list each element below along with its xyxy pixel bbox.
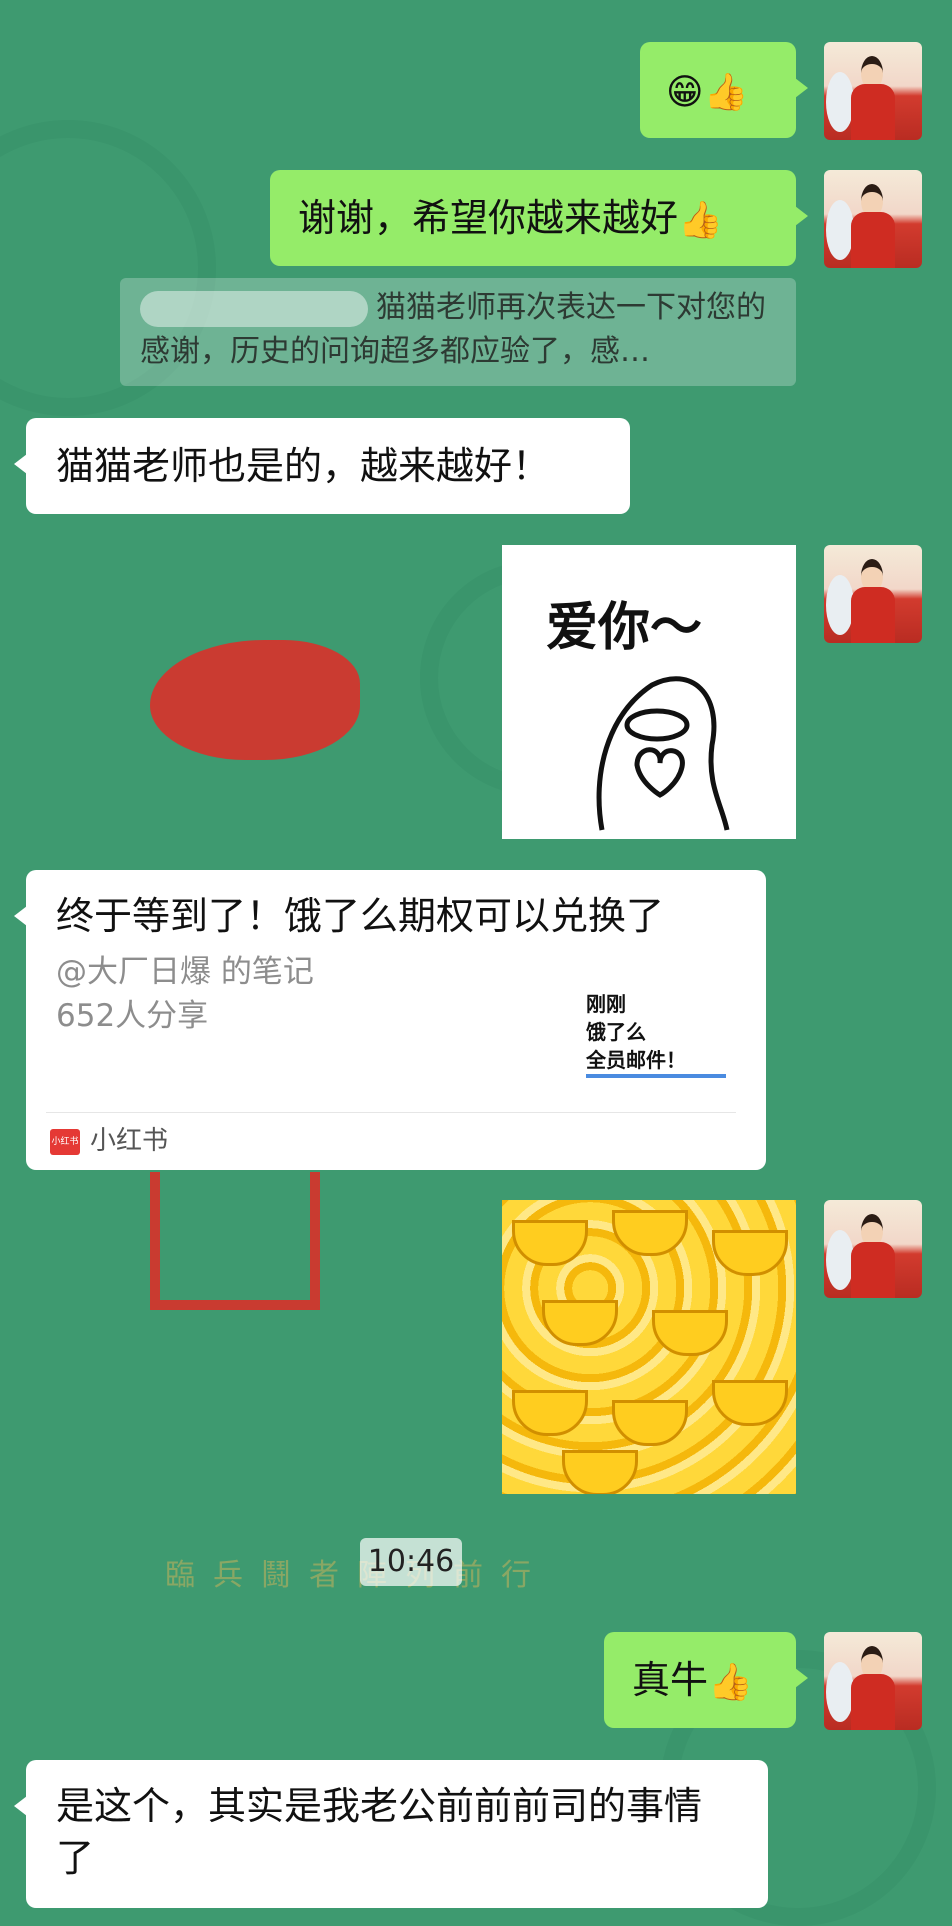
thumbnail-line: 刚刚 bbox=[586, 992, 626, 1016]
sticker-text: 爱你～ bbox=[546, 598, 703, 658]
my-avatar[interactable] bbox=[824, 1632, 922, 1730]
message-text: 真牛 bbox=[632, 1658, 709, 1702]
gold-ingot bbox=[562, 1450, 638, 1494]
source-name: 小红书 bbox=[90, 1126, 169, 1156]
blurred-sender-name bbox=[140, 290, 368, 327]
background-red-emblem bbox=[150, 640, 360, 760]
love-you-sticker[interactable]: 爱你～ bbox=[502, 545, 796, 839]
my-avatar[interactable] bbox=[824, 545, 922, 643]
my-message-bubble[interactable]: 真牛👍 bbox=[604, 1632, 808, 1728]
quoted-message[interactable]: 猫猫老师再次表达一下对您的感谢，历史的问询超多都应验了，感… bbox=[120, 278, 796, 386]
gold-ingot bbox=[712, 1380, 788, 1426]
card-title: 终于等到了！饿了么期权可以兑换了 bbox=[56, 894, 665, 938]
message-text: 是这个，其实是我老公前前前司的事情了 bbox=[56, 1784, 703, 1880]
grin-thumbs-up-emoji: 😁👍 bbox=[666, 71, 749, 113]
message-text: 谢谢，希望你越来越好 bbox=[298, 196, 679, 240]
gold-ingot bbox=[512, 1390, 588, 1436]
xiaohongshu-logo-icon: 小红书 bbox=[50, 1128, 80, 1155]
my-avatar[interactable] bbox=[824, 170, 922, 268]
gold-ingot bbox=[712, 1230, 788, 1276]
card-author: @大厂日爆 的笔记 bbox=[56, 954, 314, 990]
background-red-glyph bbox=[150, 1172, 320, 1310]
shared-note-card[interactable]: 终于等到了！饿了么期权可以兑换了 @大厂日爆 的笔记 652人分享 刚刚 饿了么… bbox=[14, 870, 766, 1170]
timestamp-divider: 10:46 bbox=[360, 1538, 462, 1586]
gold-ingot bbox=[612, 1210, 688, 1256]
card-divider bbox=[46, 1112, 736, 1113]
heart-hands-drawing bbox=[596, 676, 730, 831]
thumbnail-line: 饿了么 bbox=[586, 1020, 646, 1044]
card-source: 小红书 小红书 bbox=[50, 1125, 168, 1157]
gold-ingot bbox=[612, 1400, 688, 1446]
my-message-bubble[interactable]: 谢谢，希望你越来越好👍 bbox=[270, 170, 808, 266]
my-message-bubble[interactable]: 😁👍 bbox=[640, 42, 808, 138]
message-text: 猫猫老师也是的，越来越好！ bbox=[56, 444, 551, 488]
thumbnail-line: 全员邮件！ bbox=[586, 1046, 726, 1078]
background-calligraphy: 臨兵鬪者陣列前行 bbox=[165, 1558, 549, 1593]
gold-ingot bbox=[652, 1310, 728, 1356]
gold-ingots-sticker[interactable] bbox=[502, 1200, 796, 1494]
card-thumbnail: 刚刚 饿了么 全员邮件！ bbox=[586, 990, 726, 1078]
other-message-bubble[interactable]: 是这个，其实是我老公前前前司的事情了 bbox=[14, 1760, 768, 1908]
my-avatar[interactable] bbox=[824, 1200, 922, 1298]
other-message-bubble[interactable]: 猫猫老师也是的，越来越好！ bbox=[14, 418, 630, 514]
thumbs-up-emoji: 👍 bbox=[678, 199, 723, 241]
gold-ingot bbox=[512, 1220, 588, 1266]
my-avatar[interactable] bbox=[824, 42, 922, 140]
thumbs-up-emoji: 👍 bbox=[708, 1661, 753, 1703]
gold-ingot bbox=[542, 1300, 618, 1346]
